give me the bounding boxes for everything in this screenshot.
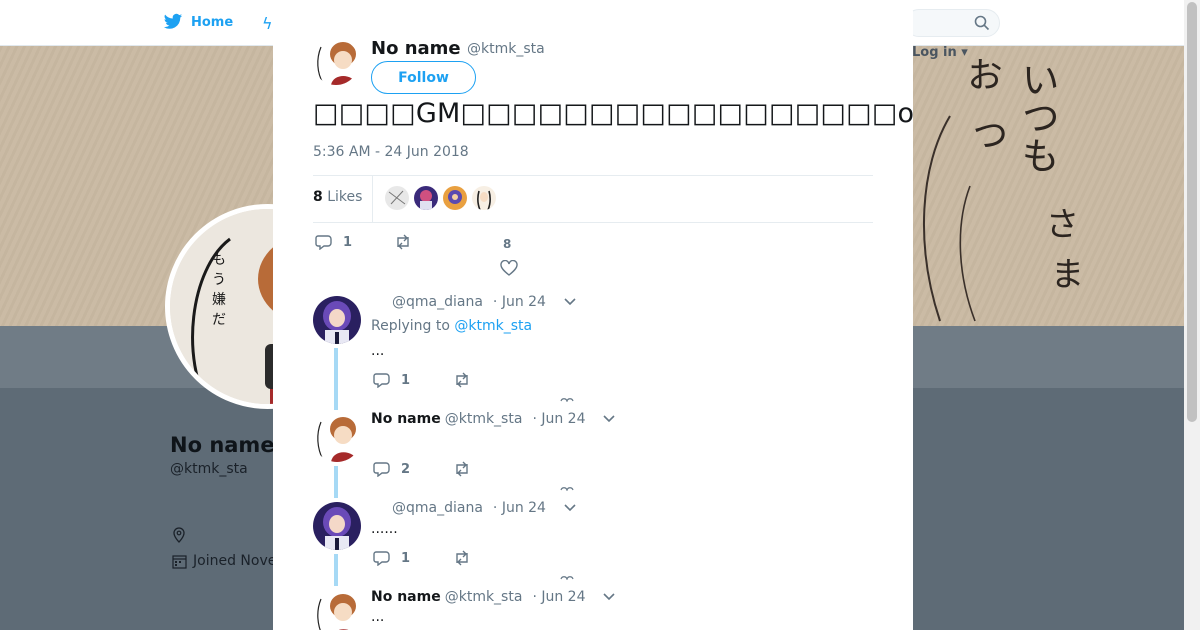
profile-joined-text: Joined Nove [193,553,277,569]
replying-to-link[interactable]: @ktmk_sta [454,318,532,334]
author-handle[interactable]: @ktmk_sta [467,41,545,57]
replying-prefix: Replying to [371,318,450,334]
replying-to: Replying to @ktmk_sta [371,318,532,334]
likes-stat[interactable]: 8 Likes [313,189,362,205]
reply-icon [373,373,390,388]
nav-home-link[interactable]: Home [163,13,233,31]
reply-author-name[interactable]: No name [371,411,441,427]
thread-line [334,348,338,410]
heart-icon[interactable] [560,487,574,491]
heart-icon[interactable] [560,398,574,402]
chevron-down-icon[interactable] [603,593,616,601]
likes-label: Likes [327,189,363,205]
svg-text:う: う [212,272,226,288]
tweet-modal: No name @ktmk_sta Follow □□□□GM□□□□□□□□□… [273,6,913,630]
heart-icon[interactable] [560,576,574,580]
login-label: Log in [912,45,957,60]
liker-avatar[interactable] [472,186,496,210]
follow-button[interactable]: Follow [371,61,476,94]
tweet-timestamp[interactable]: 5:36 AM - 24 Jun 2018 [313,144,469,160]
reply-count: 1 [343,234,353,250]
chevron-down-icon[interactable] [564,298,576,306]
retweet-action[interactable] [394,234,412,250]
retweet-icon [397,234,409,250]
reply-header: @qma_diana · Jun 24 [371,294,576,310]
reply-date[interactable]: · Jun 24 [493,500,546,516]
thread-line [334,466,338,498]
profile-joined: Joined Nove [172,553,276,569]
page-scrollbar[interactable] [1184,0,1200,630]
reply-action[interactable]: 1 [373,550,410,566]
reply-header: No name @ktmk_sta · Jun 24 [371,589,616,605]
calendar-icon [172,554,187,569]
retweet-icon [456,550,468,566]
banner-text-2: お [961,56,1002,92]
banner-sketch [923,115,976,322]
reply-text: ... [371,609,385,625]
reply-date[interactable]: · Jun 24 [532,589,585,605]
thread-line [334,554,338,586]
profile-name: No name [170,433,275,457]
likes-separator [372,176,373,222]
retweet-action[interactable] [453,372,471,388]
retweet-icon [456,461,468,477]
reply-action[interactable]: 1 [315,234,352,250]
retweet-action[interactable] [453,461,471,477]
reply-author-handle[interactable]: @qma_diana [392,500,483,516]
reply-author-handle[interactable]: @ktmk_sta [445,589,523,605]
reply-avatar[interactable] [313,296,361,344]
liker-avatar[interactable] [443,186,467,210]
location-icon [173,527,185,543]
divider [313,222,873,223]
author-avatar[interactable] [313,39,359,85]
reply-text: ... [371,343,385,359]
reply-author-name[interactable]: No name [371,589,441,605]
scrollbar-thumb[interactable] [1187,2,1197,422]
liker-avatar[interactable] [385,186,409,210]
reply-icon [315,235,332,250]
liker-avatar[interactable] [414,186,438,210]
search-input[interactable] [905,9,1000,37]
nav-home-label: Home [191,14,234,30]
svg-text:だ: だ [212,312,226,328]
reply-count: 1 [401,550,411,566]
reply-author-handle[interactable]: @ktmk_sta [445,411,523,427]
tweet-text: □□□□GM□□□□□□□□□□□□□□□□□out of □□□□□(□□)□… [313,98,913,129]
reply-avatar[interactable] [313,502,361,550]
reply-date[interactable]: · Jun 24 [532,411,585,427]
author-name[interactable]: No name [371,38,461,59]
profile-handle: @ktmk_sta [170,461,248,477]
likes-count: 8 [313,189,323,205]
reply-text: ...... [371,521,398,537]
reply-avatar[interactable] [313,591,361,630]
reply-action[interactable]: 2 [373,461,410,477]
reply-author-handle[interactable]: @qma_diana [392,294,483,310]
divider [313,175,873,176]
login-link[interactable]: Log in ▾ [912,45,968,60]
moments-icon[interactable]: ϟ [262,14,273,33]
reply-header: No name @ktmk_sta · Jun 24 [371,411,616,427]
reply-action[interactable]: 1 [373,372,410,388]
twitter-bird-icon [163,13,183,29]
chevron-down-icon[interactable] [564,504,576,512]
close-icon[interactable] [1153,12,1179,38]
svg-text:嫌: 嫌 [212,292,226,308]
retweet-icon [456,372,468,388]
reply-date[interactable]: · Jun 24 [493,294,546,310]
reply-icon [373,551,390,566]
reply-count: 1 [401,372,411,388]
reply-avatar[interactable] [313,414,361,462]
like-count: 8 [503,237,512,251]
reply-icon [373,462,390,477]
svg-text:も: も [212,252,226,268]
chevron-down-icon[interactable] [603,415,616,423]
heart-icon[interactable] [500,260,518,276]
reply-count: 2 [401,461,411,477]
search-icon [974,15,990,31]
retweet-action[interactable] [453,550,471,566]
reply-header: @qma_diana · Jun 24 [371,500,576,516]
